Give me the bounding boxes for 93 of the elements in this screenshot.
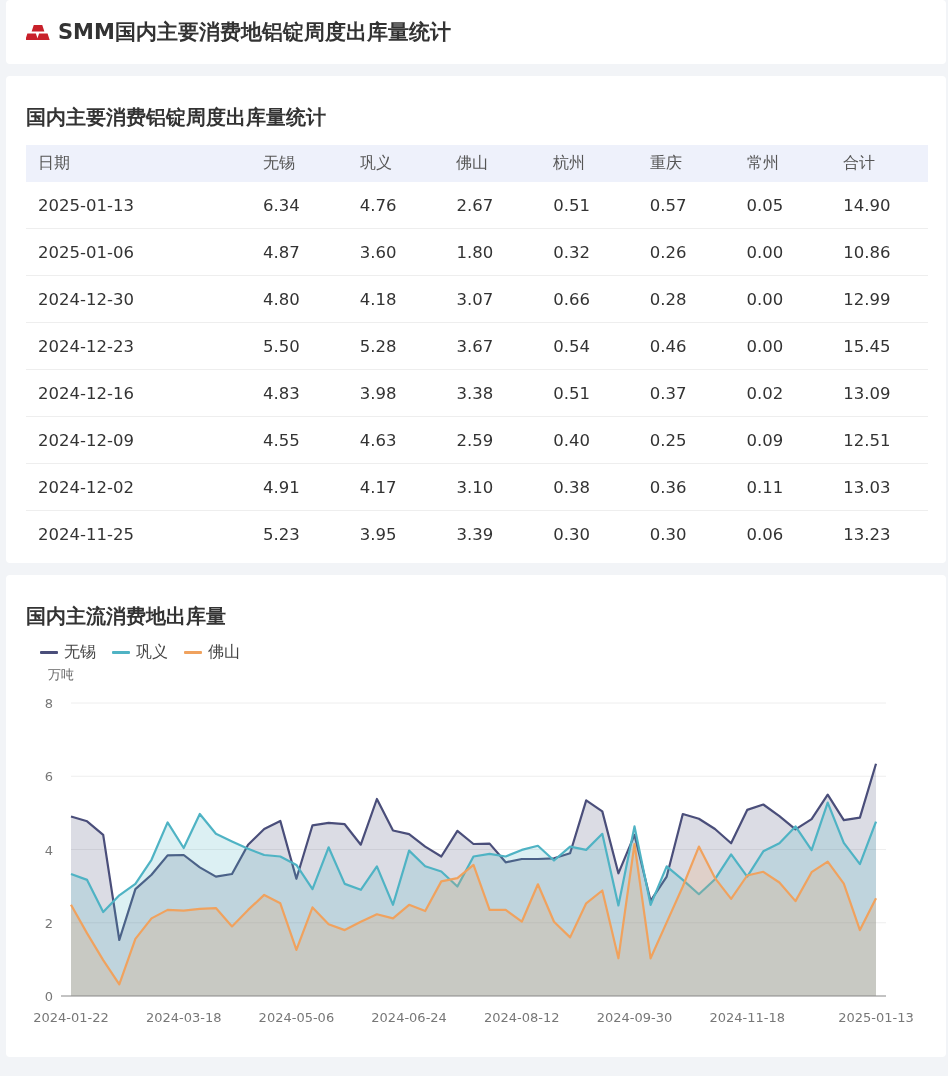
table-cell-text: 0.38: [552, 477, 591, 497]
table-cell-text: 3.07: [455, 289, 495, 309]
table-cell-text: 0.00: [745, 336, 785, 356]
x-tick-label: 2024-09-30: [596, 1010, 673, 1025]
table-cell-text: 0.51: [552, 195, 591, 215]
table-cell-text: 15.45: [842, 336, 892, 356]
table-cell-text: 0.30: [552, 524, 591, 544]
table-cell-text: 3.67: [455, 336, 495, 356]
table-cell-text: 2024-12-23: [37, 336, 135, 356]
table-cell-text: 0.25: [648, 430, 688, 450]
column-header: 日期: [37, 153, 71, 174]
table-cell-text: 0.09: [745, 430, 785, 450]
table-cell-text: 2025-01-06: [37, 242, 135, 262]
table-cell-text: 4.91: [262, 477, 301, 497]
axis-unit: 万吨: [48, 667, 74, 682]
table-cell-text: 2024-12-09: [37, 430, 135, 450]
table-cell-text: 3.95: [358, 524, 398, 544]
table-cell-text: 0.30: [648, 524, 688, 544]
x-tick-label: 2024-08-12: [484, 1010, 560, 1025]
table-cell-text: 2024-12-02: [37, 477, 135, 497]
table-cell-text: 10.86: [842, 242, 892, 262]
table-cell-text: 0.57: [648, 195, 688, 215]
legend-item[interactable]: 佛山: [184, 642, 240, 663]
table-cell-text: 14.90: [842, 195, 892, 215]
table-cell-text: 0.05: [745, 195, 785, 215]
table-cell-text: 4.55: [262, 430, 301, 450]
table-cell-text: 4.76: [358, 195, 398, 215]
legend-item[interactable]: 无锡: [40, 642, 96, 663]
x-tick-label: 2024-03-18: [145, 1010, 222, 1025]
y-tick-label: 0: [44, 989, 53, 1004]
y-tick-label: 2: [44, 915, 53, 931]
table-cell-text: 0.66: [552, 289, 591, 309]
table-cell-text: 5.23: [262, 524, 301, 544]
table-cell-text: 2024-12-16: [37, 383, 135, 403]
table-cell-text: 0.32: [552, 242, 591, 262]
table-cell-text: 2024-11-25: [37, 524, 135, 544]
table-cell-text: 4.18: [358, 289, 398, 309]
x-tick-label: 2024-11-18: [709, 1010, 785, 1025]
table-cell-text: 3.38: [455, 383, 495, 403]
x-tick-label: 2024-06-24: [371, 1010, 447, 1025]
x-tick-label: 2024-01-22: [33, 1010, 109, 1025]
table-title: 国内主要消费铝锭周度出库量统计: [26, 104, 327, 131]
table-cell-text: 5.50: [262, 336, 301, 356]
column-header: 常州: [745, 153, 780, 174]
table-cell-text: 3.98: [358, 383, 398, 403]
table-cell-text: 0.36: [648, 477, 688, 497]
column-header: 杭州: [552, 153, 587, 174]
table-cell-text: 0.00: [745, 289, 785, 309]
table-cell-text: 13.09: [842, 383, 892, 403]
table-cell-text: 6.34: [262, 195, 301, 215]
table-cell-text: 4.63: [358, 430, 398, 450]
column-header: 佛山: [455, 153, 490, 174]
table-cell-text: 1.80: [455, 242, 495, 262]
table-cell-text: 2.59: [455, 430, 495, 450]
table-cell-text: 0.06: [745, 524, 785, 544]
table-cell-text: 4.83: [262, 383, 301, 403]
table-cell-text: 3.60: [358, 242, 398, 262]
y-tick-label: 4: [44, 842, 53, 858]
x-tick-label: 2024-05-06: [258, 1010, 335, 1025]
table-cell-text: 0.40: [552, 430, 591, 450]
table-cell-text: 0.02: [745, 383, 785, 403]
table-cell-text: 13.23: [842, 524, 892, 544]
page-title: SMM国内主要消费地铝锭周度出库量统计: [58, 19, 451, 46]
x-tick-label: 2025-01-13: [838, 1010, 914, 1025]
table-cell-text: 4.87: [262, 242, 301, 262]
table-cell-text: 0.28: [648, 289, 688, 309]
table-cell-text: 12.99: [842, 289, 892, 309]
table-cell-text: 4.17: [358, 477, 398, 497]
table-cell-text: 0.11: [745, 477, 785, 497]
table-cell-text: 5.28: [358, 336, 398, 356]
column-header: 巩义: [358, 153, 393, 174]
table-cell-text: 0.51: [552, 383, 591, 403]
table-cell-text: 4.80: [262, 289, 301, 309]
column-header: 合计: [842, 153, 877, 174]
chart-title: 国内主流消费地出库量: [26, 603, 227, 630]
table-cell-text: 13.03: [842, 477, 892, 497]
column-header: 无锡: [262, 153, 296, 174]
logo-icon: [26, 23, 50, 41]
table-cell-text: 0.00: [745, 242, 785, 262]
table-cell-text: 2.67: [455, 195, 495, 215]
table-cell-text: 3.10: [455, 477, 495, 497]
legend-item[interactable]: 巩义: [112, 642, 168, 663]
table-cell-text: 0.54: [552, 336, 591, 356]
table-cell-text: 2025-01-13: [37, 195, 135, 215]
y-tick-label: 6: [44, 769, 53, 785]
table-cell-text: 3.39: [455, 524, 495, 544]
y-tick-label: 8: [44, 696, 53, 711]
table-cell-text: 0.37: [648, 383, 688, 403]
table-cell-text: 0.26: [648, 242, 688, 262]
table-cell-text: 0.46: [648, 336, 688, 356]
table-cell-text: 2024-12-30: [37, 289, 135, 309]
column-header: 重庆: [648, 153, 683, 174]
table-cell-text: 12.51: [842, 430, 892, 450]
